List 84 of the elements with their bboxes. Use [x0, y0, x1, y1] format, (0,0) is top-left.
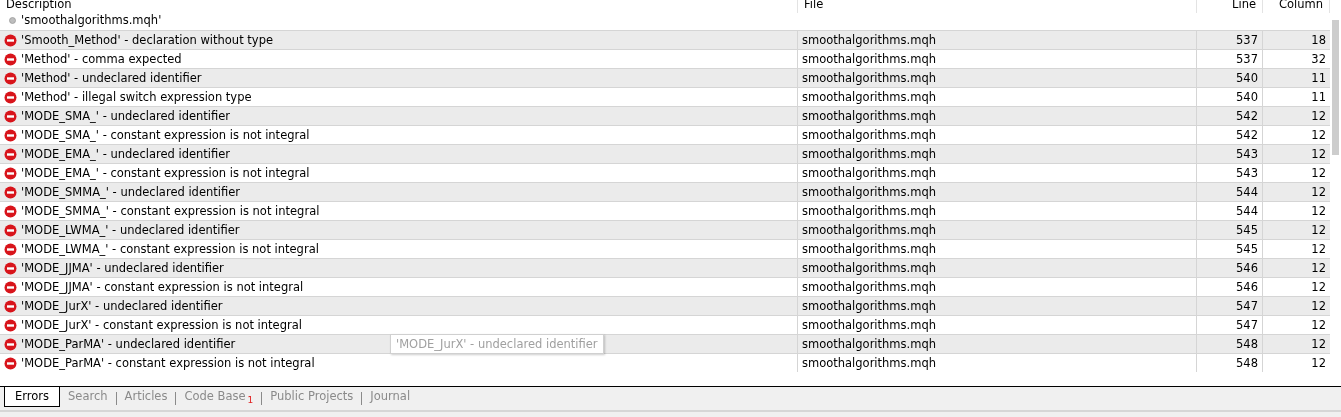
table-cell: smoothalgorithms.mqh — [798, 107, 1197, 125]
table-cell: 537 — [1197, 31, 1263, 49]
error-icon — [4, 299, 17, 313]
error-icon — [4, 128, 17, 142]
error-description: 'Method' - undeclared identifier — [21, 70, 202, 87]
error-description: 'Smooth_Method' - declaration without type — [21, 32, 273, 49]
error-icon — [4, 52, 17, 66]
table-cell: 546 — [1197, 259, 1263, 277]
table-cell: smoothalgorithms.mqh — [798, 31, 1197, 49]
error-icon — [4, 33, 17, 47]
error-icon — [4, 204, 17, 218]
table-cell-text: 11 — [1310, 70, 1327, 87]
tab[interactable]: Code Base $_{1}$ — [176, 387, 262, 409]
error-description: 'MODE_SMMA_' - undeclared identifier — [21, 184, 241, 201]
table-cell-text: 12 — [1310, 260, 1327, 277]
group-label[interactable]: 'smoothalgorithms.mqh' — [21, 13, 162, 27]
table-cell: 545 — [1197, 221, 1263, 239]
table-cell-text: 12 — [1310, 336, 1327, 353]
table-cell: 544 — [1197, 183, 1263, 201]
error-icon — [4, 109, 17, 123]
error-description: 'Method' - comma expected — [21, 51, 182, 68]
error-description: 'MODE_LWMA_' - undeclared identifier — [21, 222, 240, 239]
table-cell-text: 12 — [1310, 127, 1327, 144]
table-cell: smoothalgorithms.mqh — [798, 354, 1197, 372]
error-description: 'MODE_ParMA' - undeclared identifier — [21, 336, 236, 353]
table-cell-text: 12 — [1310, 184, 1327, 201]
error-description: 'MODE_SMA_' - undeclared identifier — [21, 108, 231, 125]
error-icon — [4, 185, 17, 199]
table-cell: smoothalgorithms.mqh — [798, 145, 1197, 163]
error-description: 'MODE_EMA_' - undeclared identifier — [21, 146, 231, 163]
table-cell: 548 — [1197, 335, 1263, 353]
scrollbar-thumb[interactable] — [1332, 20, 1339, 155]
error-icon — [4, 242, 17, 256]
table-cell: smoothalgorithms.mqh — [798, 259, 1197, 277]
error-icon — [4, 261, 17, 275]
column-header[interactable]: Description — [0, 0, 798, 13]
table-cell-text: 12 — [1310, 222, 1327, 239]
error-description: 'MODE_LWMA_' - constant expression is not integral — [21, 241, 319, 258]
table-cell-text: 12 — [1310, 203, 1327, 220]
error-description: 'MODE_JJMA' - constant expression is not integral — [21, 279, 304, 296]
error-icon — [4, 356, 17, 370]
error-icon — [4, 280, 17, 294]
table-cell: smoothalgorithms.mqh — [798, 69, 1197, 87]
table-cell: smoothalgorithms.mqh — [798, 335, 1197, 353]
table-cell: 540 — [1197, 69, 1263, 87]
table-cell: smoothalgorithms.mqh — [798, 297, 1197, 315]
table-cell-text: 18 — [1310, 32, 1327, 49]
error-description: 'MODE_EMA_' - constant expression is not integral — [21, 165, 310, 182]
table-cell-text: 12 — [1310, 108, 1327, 125]
table-cell: 542 — [1197, 107, 1263, 125]
error-description: 'MODE_JJMA' - undeclared identifier — [21, 260, 224, 277]
column-header[interactable]: File — [798, 0, 1197, 13]
error-description: 'MODE_JurX' - undeclared identifier — [21, 298, 223, 315]
table-cell-text: 12 — [1310, 165, 1327, 182]
error-description: 'MODE_JurX' - constant expression is not integral — [21, 317, 302, 334]
table-cell-text: 12 — [1310, 241, 1327, 258]
error-icon — [4, 337, 17, 351]
error-icon — [4, 147, 17, 161]
table-cell-text: 32 — [1310, 51, 1327, 68]
table-cell: smoothalgorithms.mqh — [798, 221, 1197, 239]
error-icon — [4, 223, 17, 237]
table-cell-text: 12 — [1310, 279, 1327, 296]
error-description: 'MODE_SMA_' - constant expression is not integral — [21, 127, 310, 144]
error-icon — [4, 318, 17, 332]
table-cell: 548 — [1197, 354, 1263, 372]
error-description: 'MODE_ParMA' - constant expression is not integral — [21, 355, 315, 372]
table-cell: 543 — [1197, 145, 1263, 163]
table-cell: 547 — [1197, 297, 1263, 315]
table-cell-text: 12 — [1310, 298, 1327, 315]
tooltip: 'MODE_JurX' - undeclared identifier — [390, 334, 604, 354]
error-description: 'Method' - illegal switch expression type — [21, 89, 252, 106]
table-cell-text: 11 — [1310, 89, 1327, 106]
column-header[interactable]: Line — [1197, 0, 1263, 13]
table-cell-text: 12 — [1310, 146, 1327, 163]
dot-icon — [9, 16, 16, 24]
table-cell-text: 12 — [1310, 355, 1327, 372]
table-cell: smoothalgorithms.mqh — [798, 183, 1197, 201]
tab[interactable]: Errors — [4, 387, 61, 407]
table-cell-text: 12 — [1310, 317, 1327, 334]
error-icon — [4, 166, 17, 180]
error-icon — [4, 71, 17, 85]
error-icon — [4, 90, 17, 104]
count-label: 1 — [247, 395, 254, 406]
error-description: 'MODE_SMMA_' - constant expression is not integral — [21, 203, 320, 220]
